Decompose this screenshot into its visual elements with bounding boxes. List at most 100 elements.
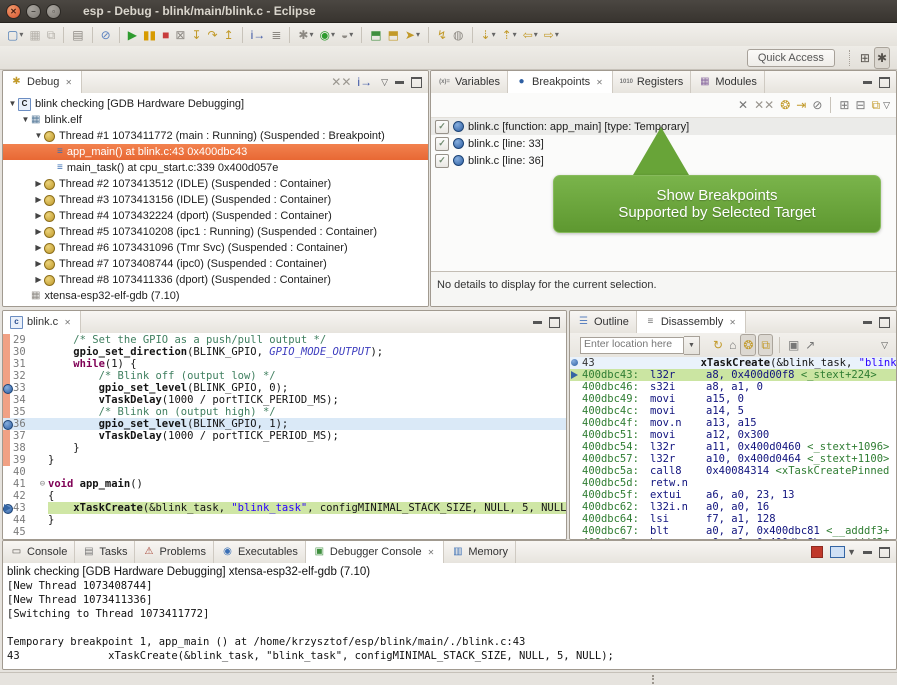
step-over-button[interactable]: ↷ [206, 25, 220, 45]
maximize-view-icon[interactable] [879, 317, 890, 328]
debug-tree-item[interactable]: ▶Thread #8 1073411336 (dport) (Suspended… [3, 272, 428, 288]
tab-close-icon[interactable]: ✕ [426, 547, 437, 558]
skip-all-breakpoints-button[interactable]: ⊘ [810, 95, 824, 115]
editor-gutter-marker[interactable] [3, 406, 13, 418]
save-all-button[interactable]: ⧉ [45, 25, 58, 45]
disassembly-tab-outline[interactable]: ☰Outline [570, 311, 637, 333]
tree-expander-icon[interactable]: ▼ [7, 96, 18, 112]
console-tab-tasks[interactable]: ▤Tasks [75, 541, 135, 563]
export-button[interactable]: ↗ [803, 335, 817, 355]
minimize-view-icon[interactable] [863, 321, 872, 324]
editor-gutter-marker[interactable] [3, 466, 13, 478]
link-with-debug-view-button[interactable]: ⇥ [794, 95, 808, 115]
editor-gutter-marker[interactable] [3, 382, 13, 394]
breakpoint-checkbox[interactable]: ✓ [435, 154, 449, 168]
maximize-window-button[interactable]: ▫ [46, 4, 61, 19]
editor-gutter-marker[interactable] [3, 358, 13, 370]
breakpoints-tab-modules[interactable]: ▦Modules [691, 71, 765, 93]
maximize-view-icon[interactable] [879, 77, 890, 88]
editor-gutter-marker[interactable] [3, 346, 13, 358]
flash-button[interactable]: ↯ [435, 25, 449, 45]
view-menu-icon[interactable]: ▽ [381, 77, 388, 88]
forward-button[interactable]: ⇨▾ [542, 25, 561, 45]
remove-selected-breakpoints-button[interactable]: ✕ [736, 95, 750, 115]
step-into-button[interactable]: ↧ [189, 25, 203, 45]
console-tab-executables[interactable]: ◉Executables [214, 541, 306, 563]
save-button[interactable]: ▦ [27, 25, 42, 45]
tree-expander-icon[interactable]: ▼ [20, 112, 31, 128]
back-button[interactable]: ⇦▾ [521, 25, 540, 45]
tree-expander-icon[interactable]: ▶ [33, 240, 44, 256]
editor-tab-blink.c[interactable]: cblink.c✕ [3, 311, 81, 334]
editor-gutter-marker[interactable] [3, 394, 13, 406]
view-menu-icon[interactable]: ▽ [881, 340, 888, 351]
terminate-button[interactable]: ■ [160, 25, 171, 45]
collapse-all-button[interactable]: ⊟ [853, 95, 867, 115]
disconnect-button[interactable]: ⊠ [173, 25, 187, 45]
tree-expander-icon[interactable]: ▶ [33, 256, 44, 272]
instruction-stepping-mode-button[interactable]: i→ [355, 72, 374, 92]
display-console-button[interactable]: ▼ [830, 546, 856, 558]
build-button[interactable]: ▤ [70, 25, 85, 45]
editor-gutter-marker[interactable] [3, 454, 13, 466]
tab-close-icon[interactable]: ✕ [63, 77, 74, 88]
tree-expander-icon[interactable]: ▶ [33, 208, 44, 224]
debug-tree-item[interactable]: ≡main_task() at cpu_start.c:339 0x400d05… [3, 160, 428, 176]
fold-marker-icon[interactable]: ⊖ [37, 478, 48, 490]
breakpoints-tab-variables[interactable]: (x)=Variables [431, 71, 508, 93]
resume-button[interactable]: ▶ [126, 25, 139, 45]
tab-close-icon[interactable]: ✕ [594, 77, 605, 88]
console-body[interactable]: blink checking [GDB Hardware Debugging] … [3, 563, 896, 669]
tree-expander-icon[interactable]: ▼ [33, 128, 44, 144]
disassembly-body[interactable]: 43 xTaskCreate(&blink_task, "blink_tas40… [570, 357, 896, 539]
terminate-console-button[interactable] [811, 546, 823, 558]
debug-tree-item[interactable]: ▶Thread #4 1073432224 (dport) (Suspended… [3, 208, 428, 224]
sash-grip[interactable] [652, 675, 657, 684]
console-tab-debugger-console[interactable]: ▣Debugger Console✕ [306, 541, 444, 564]
refresh-button[interactable]: ↻ [711, 335, 725, 355]
external-tools-button[interactable]: ◒▾ [339, 25, 355, 45]
editor-gutter-marker[interactable] [3, 442, 13, 454]
step-return-button[interactable]: ↥ [222, 25, 236, 45]
minimize-view-icon[interactable] [395, 81, 404, 84]
minimize-window-button[interactable]: – [26, 4, 41, 19]
tab-close-icon[interactable]: ✕ [727, 317, 738, 328]
console-tab-problems[interactable]: ⚠Problems [135, 541, 213, 563]
debug-tree-item[interactable]: ▶Thread #3 1073413156 (IDLE) (Suspended … [3, 192, 428, 208]
tab-close-icon[interactable]: ✕ [62, 317, 73, 328]
debug-perspective-button[interactable]: ✱ [874, 47, 890, 69]
maximize-view-icon[interactable] [411, 77, 422, 88]
next-annotation-button[interactable]: ⇣▾ [479, 25, 498, 45]
editor-body[interactable]: 29 /* Set the GPIO as a push/pull output… [3, 333, 566, 539]
breakpoint-checkbox[interactable]: ✓ [435, 120, 449, 134]
tree-expander-icon[interactable]: ▶ [33, 224, 44, 240]
minimize-view-icon[interactable] [533, 321, 542, 324]
maximize-view-icon[interactable] [879, 547, 890, 558]
disassembly-tab-disassembly[interactable]: ≡Disassembly✕ [637, 311, 746, 334]
debug-tree-item[interactable]: ▼Thread #1 1073411772 (main : Running) (… [3, 128, 428, 144]
editor-gutter-marker[interactable] [3, 478, 13, 490]
tree-expander-icon[interactable]: ▶ [33, 272, 44, 288]
remove-all-terminated-button[interactable]: ✕✕ [329, 72, 353, 92]
tree-expander-icon[interactable]: ▶ [33, 176, 44, 192]
run-button[interactable]: ◉▾ [317, 25, 337, 45]
expand-all-button[interactable]: ⊞ [837, 95, 851, 115]
debug-tree-item[interactable]: ▶Thread #7 1073408744 (ipc0) (Suspended … [3, 256, 428, 272]
debug-tree-item[interactable]: ▶Thread #5 1073410208 (ipc1 : Running) (… [3, 224, 428, 240]
minimize-view-icon[interactable] [863, 81, 872, 84]
console-tab-console[interactable]: ▭Console [3, 541, 75, 563]
console-tab-memory[interactable]: ▥Memory [444, 541, 516, 563]
instruction-stepping-button[interactable]: i→ [249, 25, 268, 45]
group-breakpoints-button[interactable]: ⧉ [870, 95, 883, 115]
combo-dropdown-icon[interactable]: ▼ [684, 336, 700, 355]
open-perspective-button[interactable]: ⊞ [858, 48, 872, 68]
previous-annotation-button[interactable]: ⇡▾ [500, 25, 519, 45]
use-step-filters-button[interactable]: ≣ [269, 25, 283, 45]
editor-gutter-marker[interactable] [3, 502, 13, 514]
suspend-button[interactable]: ▮▮ [141, 25, 158, 45]
home-button[interactable]: ⌂ [727, 335, 738, 355]
breakpoints-tab-registers[interactable]: 1010Registers [613, 71, 691, 93]
open-run-config-button[interactable]: ⬒ [386, 25, 401, 45]
browser-button[interactable]: ◍ [451, 25, 465, 45]
close-window-button[interactable]: ✕ [6, 4, 21, 19]
